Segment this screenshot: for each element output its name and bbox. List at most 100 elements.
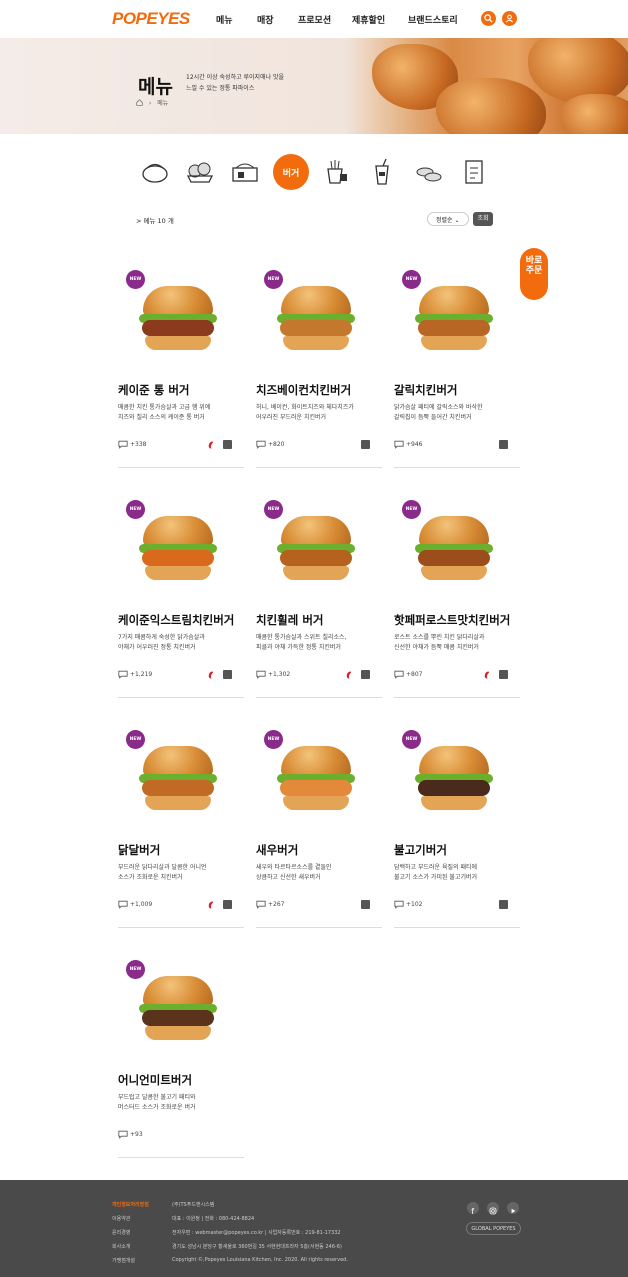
nav-partner-discount[interactable]: 제휴할인 <box>352 13 385 26</box>
checklist-icon[interactable] <box>459 157 489 187</box>
comment-count-value: +102 <box>406 901 423 908</box>
comment-count[interactable]: +946 <box>394 440 422 449</box>
footer-link-about[interactable]: 회사소개 <box>112 1243 130 1250</box>
comment-count-value: +93 <box>130 1131 143 1138</box>
page-title: 메뉴 <box>138 76 173 98</box>
tenders-icon[interactable] <box>185 157 215 187</box>
comment-icon <box>394 440 404 449</box>
comment-count[interactable]: +267 <box>256 900 284 909</box>
menu-card[interactable]: NEW 핫페퍼로스트맛치킨버거 로스트 소스를 뿌린 치킨 닭다리살과 신선한 … <box>394 488 520 698</box>
burger-bun-bottom <box>421 566 487 580</box>
footer-copyright: Copyright ©,Popeyes Louisiana Kitchen, I… <box>172 1257 348 1263</box>
comment-count[interactable]: +93 <box>118 1130 143 1139</box>
menu-desc-line: 신선한 야채가 듬뿍 매콤 치킨버거 <box>394 643 479 651</box>
nav-stores[interactable]: 매장 <box>257 13 274 26</box>
comment-count[interactable]: +102 <box>394 900 422 909</box>
burger-bun-top <box>419 746 489 776</box>
combo-box-icon[interactable] <box>230 157 260 187</box>
allergy-info-icon[interactable] <box>361 900 370 909</box>
burger-image <box>277 746 355 818</box>
instagram-icon[interactable] <box>487 1202 499 1215</box>
user-icon[interactable] <box>502 11 517 26</box>
youtube-icon[interactable] <box>507 1202 519 1214</box>
menu-card[interactable]: NEW 치킨휠레 버거 매콤한 통가슴살과 스위트 칠리소스, 피클과 야채 가… <box>256 488 382 698</box>
menu-desc-line: 갈릭칩이 듬뿍 들어간 치킨버거 <box>394 413 472 421</box>
burger-bun-top <box>143 746 213 776</box>
burger-bun-bottom <box>421 796 487 810</box>
allergy-info-icon[interactable] <box>361 670 370 679</box>
chicken-icon[interactable] <box>140 157 170 187</box>
comment-count[interactable]: +1,219 <box>118 670 152 679</box>
menu-card[interactable]: NEW 치즈베이컨치킨버거 허니, 베이컨, 화이트치즈와 체다치즈가 어우러진… <box>256 258 382 468</box>
quick-order-button[interactable]: 바로 주문 <box>520 248 548 300</box>
comment-count[interactable]: +1,009 <box>118 900 152 909</box>
comment-count-value: +1,219 <box>130 671 153 678</box>
nav-menu[interactable]: 메뉴 <box>216 13 233 26</box>
facebook-icon[interactable]: f <box>467 1202 479 1216</box>
home-icon[interactable] <box>136 99 143 106</box>
allergy-info-icon[interactable] <box>223 670 232 679</box>
comment-count-value: +807 <box>406 671 423 678</box>
fried-chicken-image <box>528 38 628 104</box>
nav-brand-story[interactable]: 브랜드스토리 <box>408 13 458 26</box>
menu-card[interactable]: NEW 케이준익스트림치킨버거 7가지 매콤하게 숙성한 닭가슴살과 야채가 어… <box>118 488 244 698</box>
breadcrumb: › 메뉴 <box>136 98 168 107</box>
quick-order-line: 주문 <box>525 266 543 276</box>
menu-description: 매콤한 치킨 통가슴살과 고급 햄 위에 치즈와 칠리 소스의 케이준 통 버거 <box>118 403 240 422</box>
allergy-info-icon[interactable] <box>223 440 232 449</box>
comment-count[interactable]: +338 <box>118 440 146 449</box>
menu-description: 부드럽고 달콤한 불고기 패티와 머스터드 소스가 조화로운 버거 <box>118 1093 240 1112</box>
burger-patty <box>280 320 352 336</box>
sort-select[interactable]: 정렬순 ⌄ <box>427 212 469 226</box>
popeyes-logo[interactable]: POPEYES <box>112 9 190 29</box>
menu-desc-line: 피클과 야채 가득한 정통 치킨버거 <box>256 643 341 651</box>
burger-bun-top <box>143 976 213 1006</box>
fries-icon[interactable] <box>320 157 350 187</box>
menu-card[interactable]: NEW 불고기버거 담백하고 부드러운 육질의 패티에 불고기 소스가 가미된 … <box>394 718 520 928</box>
menu-desc-line: 머스터드 소스가 조화로운 버거 <box>118 1103 196 1111</box>
comment-count[interactable]: +820 <box>256 440 284 449</box>
comment-icon <box>118 440 128 449</box>
footer-link-terms[interactable]: 이용약관 <box>112 1215 130 1222</box>
allergy-info-icon[interactable] <box>499 900 508 909</box>
menu-description: 허니, 베이컨, 화이트치즈와 체다치즈가 어우러진 부드러운 치킨버거 <box>256 403 378 422</box>
burger-patty <box>142 780 214 796</box>
allergy-info-icon[interactable] <box>499 440 508 449</box>
chili-pepper-icon <box>208 671 214 679</box>
nav-promotion[interactable]: 프로모션 <box>298 13 331 26</box>
global-popeyes-button[interactable]: GLOBAL POPEYES <box>466 1222 521 1235</box>
comment-count[interactable]: +807 <box>394 670 422 679</box>
search-icon[interactable] <box>481 11 496 26</box>
menu-card[interactable]: NEW 닭달버거 부드러운 닭다리살과 달콤한 어니언 소스가 조화로운 치킨버… <box>118 718 244 928</box>
menu-card[interactable]: NEW 새우버거 새우와 타르타르소스를 곁들인 상큼하고 신선한 새우버거 +… <box>256 718 382 928</box>
allergy-info-icon[interactable] <box>499 670 508 679</box>
comment-count-value: +946 <box>406 441 423 448</box>
burger-patty <box>418 550 490 566</box>
footer-link-franchise[interactable]: 가맹점개설 <box>112 1257 135 1264</box>
comment-count[interactable]: +1,302 <box>256 670 290 679</box>
footer-link-privacy[interactable]: 개인정보처리방침 <box>112 1201 149 1208</box>
burger-image <box>139 516 217 588</box>
burger-bun-top <box>281 746 351 776</box>
comment-icon <box>394 670 404 679</box>
comment-icon <box>256 670 266 679</box>
chevron-down-icon: ⌄ <box>454 217 460 224</box>
burger-bun-bottom <box>145 1026 211 1040</box>
menu-desc-line: 야채가 어우러진 정통 치킨버거 <box>118 643 196 651</box>
burger-image <box>277 516 355 588</box>
menu-card[interactable]: NEW 갈릭치킨버거 닭가슴살 패티에 갈릭소스와 바삭한 갈릭칩이 듬뿍 들어… <box>394 258 520 468</box>
svg-text:f: f <box>471 1207 474 1216</box>
burger-image <box>277 286 355 358</box>
burger-patty <box>142 320 214 336</box>
menu-card[interactable]: NEW 케이준 통 버거 매콤한 치킨 통가슴살과 고급 햄 위에 치즈와 칠리… <box>118 258 244 468</box>
sauce-icon[interactable] <box>414 157 444 187</box>
search-button[interactable]: 조회 <box>473 212 493 226</box>
footer-info-2: 전자우편 : webmaster@popeyes.co.kr | 사업자등록번호… <box>172 1230 341 1236</box>
drink-icon[interactable] <box>367 157 397 187</box>
comment-count-value: +1,009 <box>130 901 153 908</box>
allergy-info-icon[interactable] <box>361 440 370 449</box>
menu-card[interactable]: NEW 어니언미트버거 부드럽고 달콤한 불고기 패티와 머스터드 소스가 조화… <box>118 948 244 1158</box>
allergy-info-icon[interactable] <box>223 900 232 909</box>
footer-link-ethics[interactable]: 윤리경영 <box>112 1229 130 1236</box>
category-burger-tab[interactable]: 버거 <box>273 154 309 190</box>
